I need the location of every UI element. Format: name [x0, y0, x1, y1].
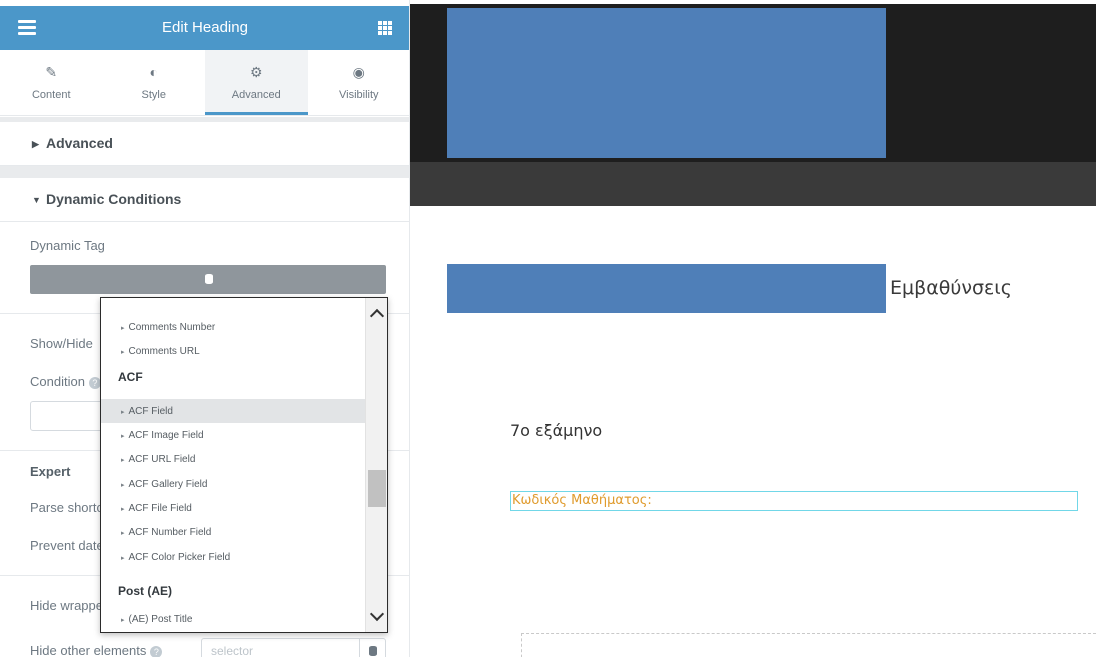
section-dynamic-conditions[interactable]: ▼ Dynamic Conditions	[0, 178, 409, 222]
banner-image-placeholder[interactable]	[447, 264, 886, 313]
dropdown-group-acf: ACF	[118, 370, 143, 384]
hero-image-placeholder[interactable]	[447, 8, 886, 158]
page-preview: Εμβαθύνσεις 7ο εξάμηνο Κωδικός Μαθήματος…	[410, 0, 1096, 657]
parse-shortcodes-label: Parse shortc	[30, 500, 103, 515]
dropdown-item[interactable]: ▸ ACF Field	[101, 399, 366, 423]
dropdown-scrollbar[interactable]	[365, 298, 387, 632]
course-code-heading: Κωδικός Μαθήματος:	[512, 493, 652, 508]
nav-band	[410, 162, 1096, 206]
dropdown-item-label: (AE) Post Title	[128, 614, 193, 625]
dropdown-item[interactable]: ▸ Comments URL	[101, 339, 366, 363]
dropdown-item-label: ACF Gallery Field	[128, 479, 208, 490]
editor-panel: Edit Heading ✎ Content ◐ Style ⚙ Advance…	[0, 0, 410, 657]
dropdown-item[interactable]: ▸ ACF Gallery Field	[101, 472, 366, 496]
database-icon	[205, 274, 213, 284]
dropdown-item[interactable]: ▸ ACF File Field	[101, 496, 366, 520]
section-advanced[interactable]: ▶ Advanced	[0, 122, 409, 166]
caret-down-icon: ▼	[32, 195, 41, 205]
caret-right-icon: ▶	[32, 139, 39, 149]
tab-label: Advanced	[231, 89, 281, 101]
dropdown-item-label: ACF Field	[128, 406, 173, 417]
tab-label: Visibility	[338, 89, 379, 101]
tab-content[interactable]: ✎ Content	[0, 50, 103, 115]
tab-visibility[interactable]: ◉ Visibility	[308, 50, 410, 115]
eye-icon: ◉	[352, 64, 365, 80]
dropdown-item[interactable]: ▸ Comments Number	[101, 315, 366, 339]
panel-tabs: ✎ Content ◐ Style ⚙ Advanced ◉ Visibilit…	[0, 50, 410, 116]
database-icon	[369, 646, 377, 656]
tab-label: Style	[141, 89, 166, 101]
dropdown-item[interactable]: ▸ ACF Color Picker Field	[101, 545, 366, 569]
specializations-heading[interactable]: Εμβαθύνσεις	[890, 277, 1012, 299]
selector-placeholder: selector	[211, 644, 254, 657]
dropdown-item[interactable]: ▸ (AE) Post Title	[101, 607, 366, 631]
dropdown-item-label: Comments URL	[128, 346, 200, 357]
pencil-icon: ✎	[45, 64, 58, 80]
panel-header: Edit Heading	[0, 6, 409, 50]
section-title: Dynamic Conditions	[46, 191, 182, 207]
tab-advanced[interactable]: ⚙ Advanced	[205, 50, 308, 115]
hide-other-elements-label: Hide other elements?	[30, 643, 163, 657]
dropdown-item[interactable]: ▸ ACF Number Field	[101, 520, 366, 544]
dynamic-tag-select[interactable]	[30, 265, 386, 294]
tab-label: Content	[31, 89, 71, 101]
show-hide-label: Show/Hide	[30, 336, 93, 351]
dropdown-group-post-ae: Post (AE)	[118, 584, 172, 598]
tab-style[interactable]: ◐ Style	[103, 50, 206, 115]
gear-icon: ⚙	[249, 64, 263, 80]
dropdown-item-label: ACF Image Field	[128, 430, 204, 441]
selected-heading-widget[interactable]: Κωδικός Μαθήματος:	[510, 491, 1078, 511]
widgets-grid-icon[interactable]	[378, 21, 392, 35]
contrast-icon: ◐	[149, 64, 158, 80]
dropdown-item[interactable]: ▸ ACF Image Field	[101, 423, 366, 447]
dropdown-item-label: ACF Number Field	[128, 527, 212, 538]
expert-heading: Expert	[30, 464, 71, 479]
hide-other-elements-text: Hide other elements	[30, 643, 147, 657]
empty-section-placeholder	[521, 633, 1096, 657]
dropdown-item-label: ACF URL Field	[128, 454, 196, 465]
dynamic-tag-label: Dynamic Tag	[30, 238, 105, 253]
dropdown-item-label: Comments Number	[128, 322, 216, 333]
dynamic-tag-button[interactable]	[359, 639, 385, 657]
scroll-up-icon[interactable]	[369, 308, 385, 324]
section-title: Advanced	[46, 135, 113, 151]
dynamic-tag-dropdown[interactable]: ▸ Comments Number ▸ Comments URL ACF ▸ ACF …	[100, 297, 388, 633]
condition-label-text: Condition	[30, 374, 85, 389]
scroll-down-icon[interactable]	[369, 606, 385, 622]
scrollbar-thumb[interactable]	[368, 470, 386, 507]
dropdown-item-label: ACF Color Picker Field	[128, 552, 231, 563]
prevent-date-label: Prevent date	[30, 538, 104, 553]
panel-title: Edit Heading	[162, 19, 248, 36]
dropdown-item[interactable]: ▸ ACF URL Field	[101, 447, 366, 471]
help-icon[interactable]: ?	[150, 645, 163, 657]
hide-wrapper-label: Hide wrappe	[30, 598, 103, 613]
selector-input[interactable]: selector	[201, 638, 386, 657]
condition-label: Condition?	[30, 374, 101, 389]
dropdown-item-label: ACF File Field	[128, 503, 192, 514]
semester-heading[interactable]: 7ο εξάμηνο	[510, 421, 602, 440]
